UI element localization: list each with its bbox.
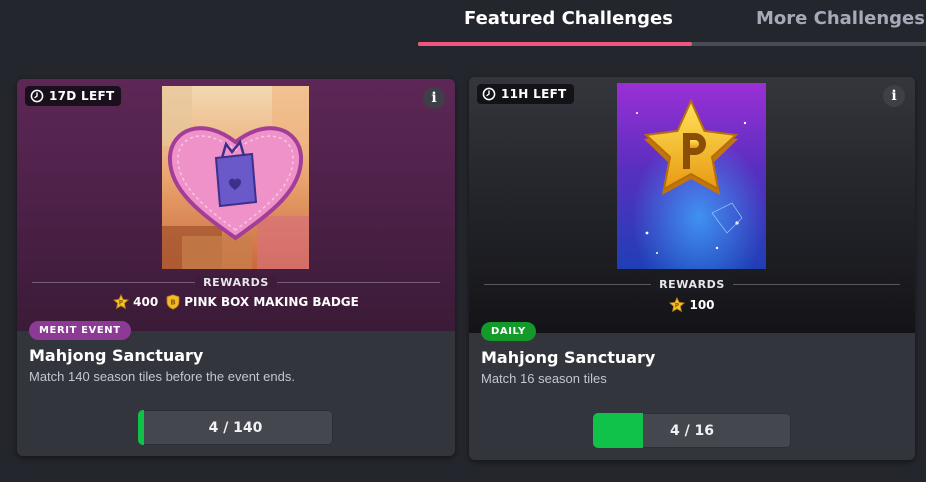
tab-active-indicator <box>418 42 692 46</box>
tab-featured-challenges[interactable]: Featured Challenges <box>464 8 673 29</box>
rewards-label: REWARDS <box>195 276 277 289</box>
time-left-text: 17D LEFT <box>49 89 115 103</box>
reward-text: 400 <box>133 295 159 309</box>
pink-heart-box-badge-image <box>162 86 309 269</box>
challenge-title: Mahjong Sanctuary <box>481 348 656 367</box>
svg-text:P: P <box>675 303 680 310</box>
clock-icon <box>30 89 44 103</box>
challenge-description: Match 140 season tiles before the event … <box>29 369 295 384</box>
svg-text:B: B <box>171 299 176 307</box>
clock-icon <box>482 87 496 101</box>
time-left-badge: 17D LEFT <box>25 86 122 106</box>
challenge-hero: 17D LEFT i REWARDS P 400 B PINK BOX MAKI… <box>17 79 455 331</box>
challenge-hero: 11H LEFT i REWARDS P 100 <box>469 77 915 333</box>
reward-text: 100 <box>689 298 715 312</box>
time-left-text: 11H LEFT <box>501 87 567 101</box>
gold-star-p-image <box>617 83 766 269</box>
reward-item: P 100 <box>669 297 715 313</box>
star-points-icon: P <box>669 297 686 313</box>
info-icon[interactable]: i <box>423 87 445 109</box>
rewards-label: REWARDS <box>651 278 733 291</box>
badge-shield-icon: B <box>166 294 180 310</box>
svg-text:P: P <box>119 300 124 307</box>
progress-text: 4 / 16 <box>669 422 715 439</box>
daily-badge: DAILY <box>481 322 536 341</box>
progress-bar: 4 / 140 <box>138 410 333 445</box>
challenge-title: Mahjong Sanctuary <box>29 346 204 365</box>
challenge-card[interactable]: 11H LEFT i REWARDS P 100 DAILY Mahjong S… <box>469 77 915 460</box>
challenge-card[interactable]: 17D LEFT i REWARDS P 400 B PINK BOX MAKI… <box>17 79 455 456</box>
tab-more-challenges[interactable]: More Challenges <box>756 8 925 29</box>
progress-bar: 4 / 16 <box>593 413 791 448</box>
challenge-description: Match 16 season tiles <box>481 371 607 386</box>
rewards-row: P 100 <box>469 297 915 313</box>
merit-event-badge: MERIT EVENT <box>29 321 131 340</box>
reward-item: P 400 <box>113 294 158 310</box>
reward-text: PINK BOX MAKING BADGE <box>184 295 359 309</box>
progress-text: 4 / 140 <box>208 419 263 436</box>
time-left-badge: 11H LEFT <box>477 84 574 104</box>
challenge-tabs: Featured Challenges More Challenges <box>418 0 926 46</box>
info-icon[interactable]: i <box>883 85 905 107</box>
star-points-icon: P <box>113 294 130 310</box>
rewards-row: P 400 B PINK BOX MAKING BADGE <box>17 294 455 310</box>
reward-item: B PINK BOX MAKING BADGE <box>166 294 359 310</box>
